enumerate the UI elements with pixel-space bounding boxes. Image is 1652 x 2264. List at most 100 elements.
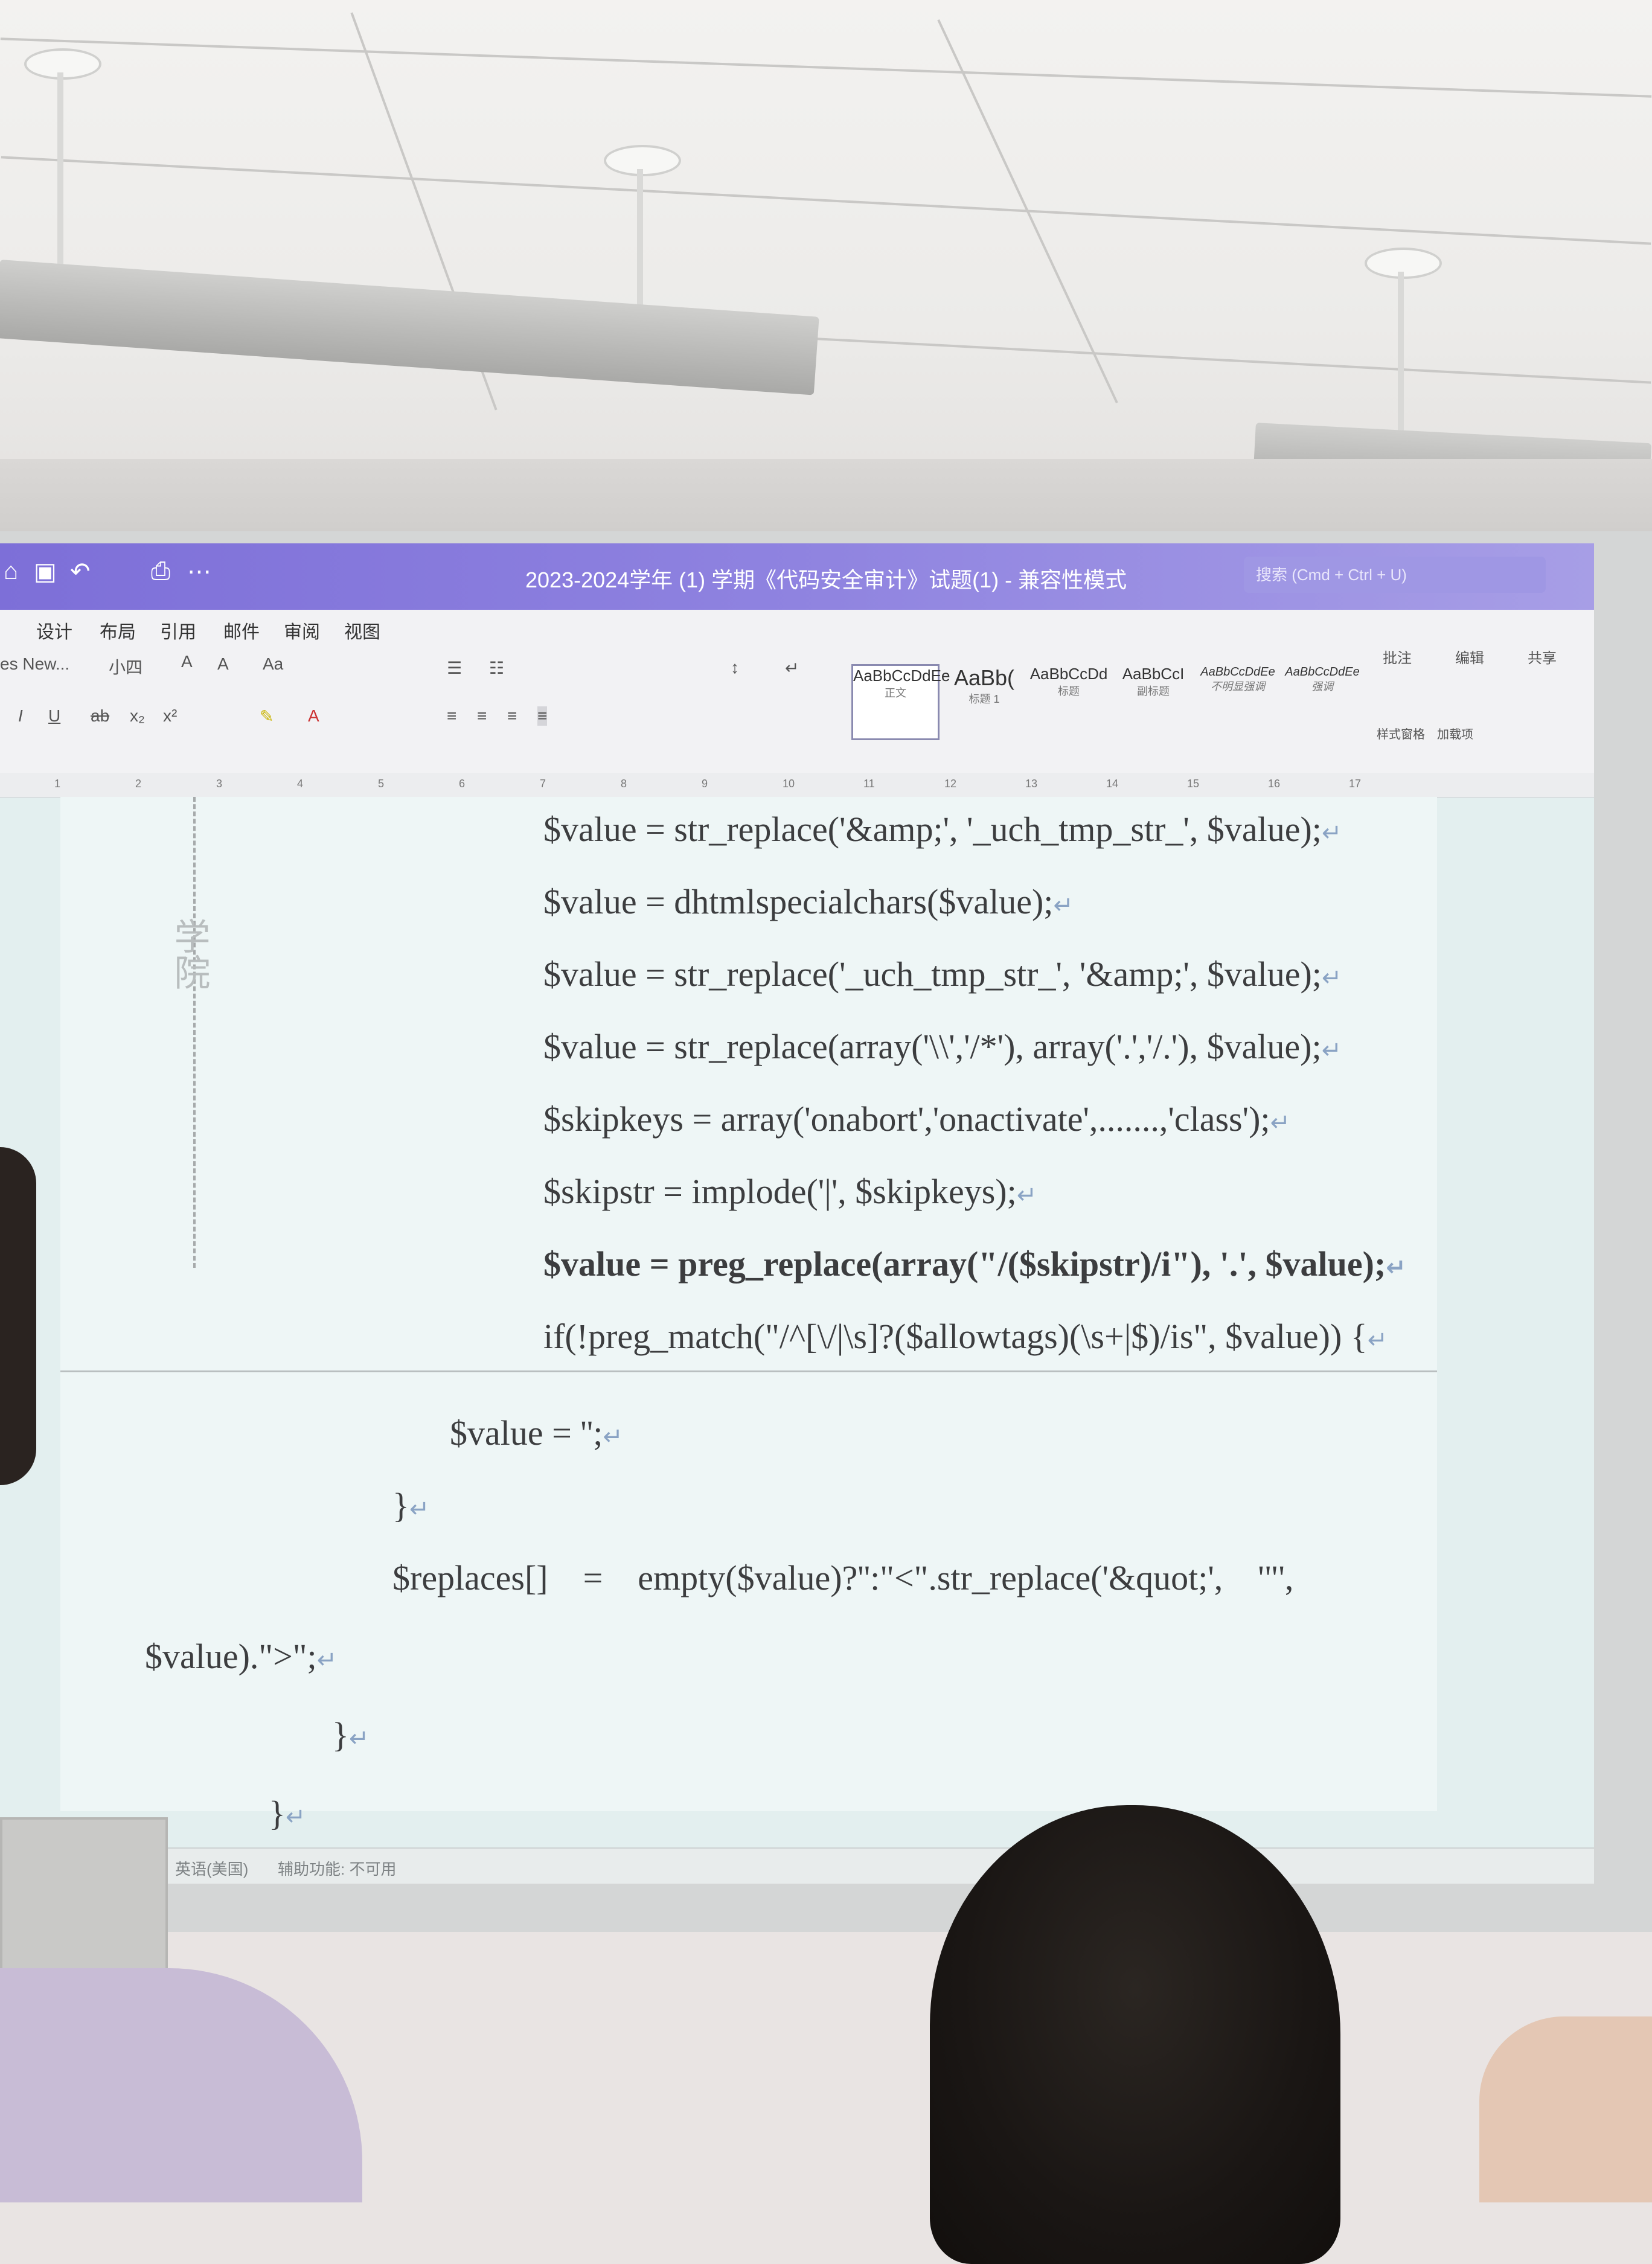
paragraph-mark-icon[interactable]: ↵ xyxy=(785,658,799,678)
strikethrough-button[interactable]: ab xyxy=(91,706,109,726)
change-case-button[interactable]: Aa xyxy=(263,654,283,674)
ruler-tick-label: 17 xyxy=(1349,778,1362,790)
ruler-tick-label: 7 xyxy=(540,778,546,790)
hanging-rod xyxy=(1398,272,1404,441)
code-text: $value = str_replace('_uch_tmp_str_', '&… xyxy=(543,955,1322,994)
paragraph-mark-icon: ↵ xyxy=(1386,1254,1406,1282)
code-text: $value = preg_replace(array("/($skipstr)… xyxy=(543,1244,1386,1284)
ruler-tick-label: 6 xyxy=(459,778,466,790)
addins-button[interactable]: 加载项 xyxy=(1437,724,1473,742)
highlight-icon[interactable]: ✎ xyxy=(260,706,274,726)
home-icon[interactable]: ⌂ xyxy=(4,558,18,585)
save-icon[interactable]: ▣ xyxy=(34,558,57,586)
italic-button[interactable]: I xyxy=(18,706,23,726)
ruler-tick-label: 5 xyxy=(378,778,385,790)
ruler-tick-label: 1 xyxy=(54,778,61,790)
share-button[interactable]: 共享 xyxy=(1528,646,1557,667)
justify-icon[interactable]: ≡ xyxy=(537,706,548,726)
code-text: $replaces[] = empty($value)?'':"<".str_r… xyxy=(392,1558,1294,1597)
code-line: $replaces[] = empty($value)?'':"<".str_r… xyxy=(392,1558,1293,1598)
style-preview: AaBbCcDdEe xyxy=(1285,665,1360,679)
tab-design[interactable]: 设计 xyxy=(36,617,72,644)
person-hair-left xyxy=(0,1147,36,1485)
search-input[interactable]: 搜索 (Cmd + Ctrl + U) xyxy=(1244,557,1546,593)
subscript-button[interactable]: x₂ xyxy=(130,706,145,726)
style-subtitle[interactable]: AaBbCcI 副标题 xyxy=(1111,664,1196,737)
code-text: if(!preg_match("/^[\/|\s]?($allowtags)(\… xyxy=(543,1317,1368,1356)
ruler-tick-label: 2 xyxy=(135,778,142,790)
ruler-tick-label: 8 xyxy=(621,778,627,790)
code-text: $value).">"; xyxy=(145,1637,317,1676)
paragraph-mark-icon: ↵ xyxy=(1053,892,1074,919)
edit-button[interactable]: 编辑 xyxy=(1455,646,1484,667)
style-subtle-emphasis[interactable]: AaBbCcDdEe 不明显强调 xyxy=(1196,664,1280,737)
tab-mailings[interactable]: 邮件 xyxy=(223,617,260,644)
paragraph-mark-icon: ↵ xyxy=(1321,819,1342,847)
accessibility-status[interactable]: 辅助功能: 不可用 xyxy=(278,1857,396,1879)
person-head xyxy=(930,1805,1340,2264)
language-status[interactable]: 英语(美国) xyxy=(175,1857,248,1879)
paragraph-mark-icon: ↵ xyxy=(285,1803,306,1831)
title-bar: ⌂ ▣ ↶ ⎙ ⋯ 2023-2024学年 (1) 学期《代码安全审计》试题(1… xyxy=(0,543,1594,610)
style-name: 不明显强调 xyxy=(1211,680,1265,692)
tab-layout[interactable]: 布局 xyxy=(100,617,136,644)
paragraph-mark-icon: ↵ xyxy=(1367,1326,1388,1354)
binding-margin-line xyxy=(193,797,196,1268)
align-left-icon[interactable]: ≡ xyxy=(447,706,456,726)
style-name: 标题 1 xyxy=(968,692,1000,705)
bullets-icon[interactable]: ☰ xyxy=(447,658,462,678)
ruler-tick-label: 14 xyxy=(1106,778,1119,790)
paragraph-mark-icon: ↵ xyxy=(348,1725,370,1753)
align-right-icon[interactable]: ≡ xyxy=(507,706,517,726)
code-line: if(!preg_match("/^[\/|\s]?($allowtags)(\… xyxy=(543,1316,1388,1357)
styles-pane-button[interactable]: 样式窗格 xyxy=(1377,724,1425,742)
increase-font-button[interactable]: A xyxy=(181,652,193,671)
font-name-select[interactable]: es New... xyxy=(0,654,69,674)
style-normal[interactable]: AaBbCcDdEe 正文 xyxy=(851,664,950,740)
paragraph-mark-icon: ↵ xyxy=(1270,1109,1291,1137)
underline-button[interactable]: U xyxy=(48,706,60,726)
code-text: } xyxy=(269,1794,286,1833)
person-shoulder xyxy=(0,1968,362,2202)
tab-references[interactable]: 引用 xyxy=(160,617,196,644)
code-line: }↵ xyxy=(269,1793,306,1834)
paragraph-mark-icon: ↵ xyxy=(316,1646,338,1674)
ribbon-tabs: 设计 布局 引用 邮件 审阅 视图 xyxy=(0,610,1594,646)
ruler-tick-label: 9 xyxy=(702,778,708,790)
projected-word-window: ⌂ ▣ ↶ ⎙ ⋯ 2023-2024学年 (1) 学期《代码安全审计》试题(1… xyxy=(0,543,1594,1884)
code-text: $skipkeys = array('onabort','onactivate'… xyxy=(543,1099,1270,1139)
sidebar-label: 学院 xyxy=(169,918,210,990)
style-preview: AaBbCcDdEe xyxy=(853,667,950,685)
style-preview: AaBb( xyxy=(953,665,1015,690)
numbering-icon[interactable]: ☷ xyxy=(489,658,504,678)
style-name: 标题 xyxy=(1058,685,1080,697)
style-preview: AaBbCcI xyxy=(1122,665,1185,683)
ruler-tick-label: 15 xyxy=(1187,778,1200,790)
page-break-line xyxy=(60,1370,1437,1372)
tab-review[interactable]: 审阅 xyxy=(284,617,320,644)
align-center-icon[interactable]: ≡ xyxy=(477,706,487,726)
code-line: $value = str_replace(array('\\','/*'), a… xyxy=(543,1026,1342,1067)
style-name: 强调 xyxy=(1311,680,1333,692)
code-line: }↵ xyxy=(392,1485,429,1526)
undo-icon[interactable]: ↶ xyxy=(70,558,91,586)
paragraph-mark-icon: ↵ xyxy=(1321,964,1342,992)
ceiling-tile-seam xyxy=(0,37,1652,98)
font-color-icon[interactable]: A xyxy=(308,706,319,726)
ruler-tick-label: 3 xyxy=(216,778,223,790)
ruler-tick-label: 11 xyxy=(863,778,875,790)
tab-view[interactable]: 视图 xyxy=(344,617,380,644)
style-preview: AaBbCcDdEe xyxy=(1200,665,1275,679)
print-icon[interactable]: ⎙ xyxy=(151,558,170,585)
font-size-select[interactable]: 小四 xyxy=(109,654,142,679)
code-text: } xyxy=(332,1715,349,1754)
style-heading-1[interactable]: AaBb( 标题 1 xyxy=(942,664,1026,737)
style-title[interactable]: AaBbCcDd 标题 xyxy=(1026,664,1111,737)
superscript-button[interactable]: x² xyxy=(163,706,177,726)
decrease-font-button[interactable]: A xyxy=(217,654,229,674)
style-emphasis[interactable]: AaBbCcDdEe 强调 xyxy=(1280,664,1365,737)
comment-button[interactable]: 批注 xyxy=(1383,646,1412,667)
code-line: $value = str_replace('_uch_tmp_str_', '&… xyxy=(543,954,1342,994)
more-icon[interactable]: ⋯ xyxy=(187,558,211,586)
sort-icon[interactable]: ↕ xyxy=(731,658,739,677)
